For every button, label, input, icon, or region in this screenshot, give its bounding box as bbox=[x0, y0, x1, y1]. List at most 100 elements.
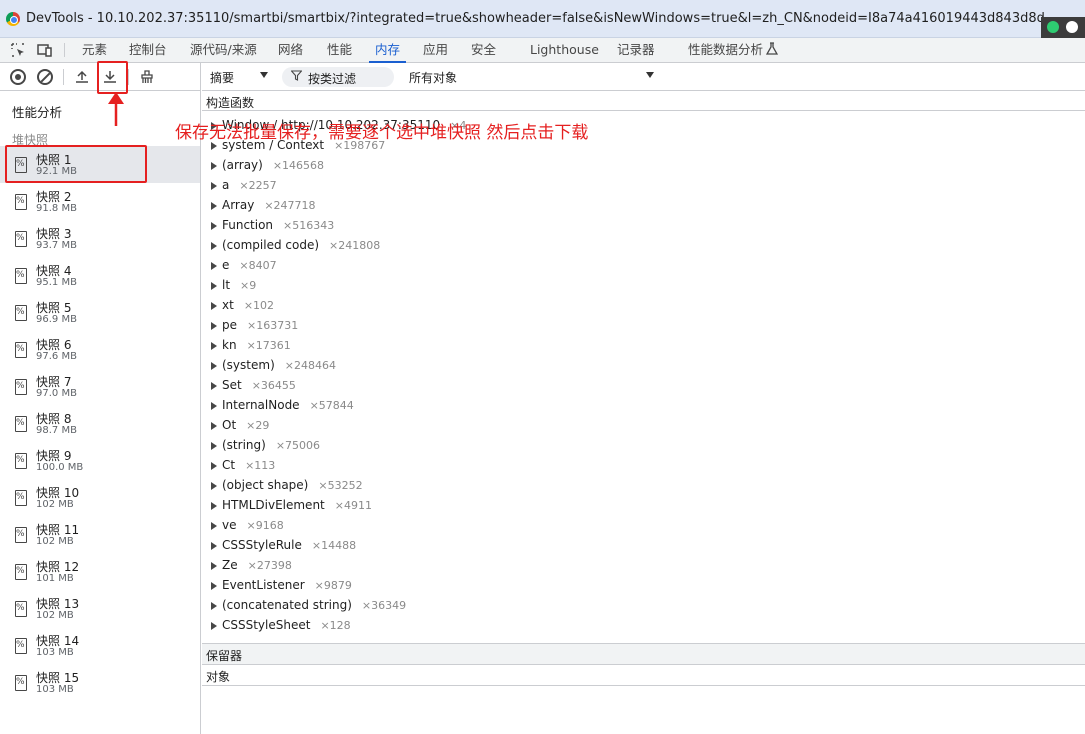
garbage-collect-icon[interactable] bbox=[139, 69, 155, 85]
expand-arrow-icon[interactable] bbox=[211, 362, 217, 370]
expand-arrow-icon[interactable] bbox=[211, 202, 217, 210]
expand-arrow-icon[interactable] bbox=[211, 522, 217, 530]
snapshot-item[interactable]: 快照 11102 MB bbox=[0, 516, 200, 553]
tab-lighthouse[interactable]: Lighthouse bbox=[530, 38, 599, 62]
table-row[interactable]: xt ×102 bbox=[202, 296, 1085, 316]
table-row[interactable]: pe ×163731 bbox=[202, 316, 1085, 336]
annotation-text: 保存无法批量保存，需要逐个选中堆快照 然后点击下载 bbox=[175, 123, 589, 143]
table-row[interactable]: Set ×36455 bbox=[202, 376, 1085, 396]
view-mode-select[interactable]: 摘要 bbox=[210, 69, 234, 86]
table-row[interactable]: (object shape) ×53252 bbox=[202, 476, 1085, 496]
table-row[interactable]: (system) ×248464 bbox=[202, 356, 1085, 376]
instance-count: ×9879 bbox=[314, 579, 352, 592]
row-content: (string) ×75006 bbox=[222, 438, 320, 452]
tab-network[interactable]: 网络 bbox=[278, 38, 303, 62]
table-row[interactable]: Ze ×27398 bbox=[202, 556, 1085, 576]
table-row[interactable]: CSSStyleRule ×14488 bbox=[202, 536, 1085, 556]
tab-security[interactable]: 安全 bbox=[471, 38, 496, 62]
clear-icon[interactable] bbox=[37, 69, 53, 85]
table-row[interactable]: Function ×516343 bbox=[202, 216, 1085, 236]
tab-application[interactable]: 应用 bbox=[423, 38, 448, 62]
device-toggle-icon[interactable] bbox=[37, 42, 53, 58]
upload-icon[interactable] bbox=[74, 69, 90, 85]
tab-performance[interactable]: 性能 bbox=[327, 38, 352, 62]
expand-arrow-icon[interactable] bbox=[211, 242, 217, 250]
window-controls[interactable] bbox=[1041, 17, 1085, 38]
snapshot-item[interactable]: 快照 13102 MB bbox=[0, 590, 200, 627]
constructor-name: (string) bbox=[222, 438, 266, 452]
inspect-element-icon[interactable] bbox=[10, 42, 26, 58]
table-row[interactable]: lt ×9 bbox=[202, 276, 1085, 296]
tab-memory[interactable]: 内存 bbox=[368, 38, 407, 63]
snapshot-item[interactable]: 快照 697.6 MB bbox=[0, 331, 200, 368]
table-row[interactable]: (string) ×75006 bbox=[202, 436, 1085, 456]
snapshot-item[interactable]: 快照 495.1 MB bbox=[0, 257, 200, 294]
snapshot-item[interactable]: 快照 393.7 MB bbox=[0, 220, 200, 257]
table-row[interactable]: HTMLDivElement ×4911 bbox=[202, 496, 1085, 516]
expand-arrow-icon[interactable] bbox=[211, 342, 217, 350]
expand-arrow-icon[interactable] bbox=[211, 282, 217, 290]
expand-arrow-icon[interactable] bbox=[211, 542, 217, 550]
table-row[interactable]: InternalNode ×57844 bbox=[202, 396, 1085, 416]
expand-arrow-icon[interactable] bbox=[211, 262, 217, 270]
table-row[interactable]: (concatenated string) ×36349 bbox=[202, 596, 1085, 616]
expand-arrow-icon[interactable] bbox=[211, 222, 217, 230]
table-row[interactable]: CSSStyleSheet ×128 bbox=[202, 616, 1085, 636]
chevron-down-icon[interactable] bbox=[646, 72, 654, 78]
constructor-column-header[interactable]: 构造函数 bbox=[202, 91, 1085, 111]
expand-arrow-icon[interactable] bbox=[211, 322, 217, 330]
class-filter-input[interactable]: 按类过滤 bbox=[282, 67, 394, 87]
row-content: InternalNode ×57844 bbox=[222, 398, 354, 412]
expand-arrow-icon[interactable] bbox=[211, 302, 217, 310]
expand-arrow-icon[interactable] bbox=[211, 582, 217, 590]
expand-arrow-icon[interactable] bbox=[211, 142, 217, 150]
expand-arrow-icon[interactable] bbox=[211, 382, 217, 390]
expand-arrow-icon[interactable] bbox=[211, 162, 217, 170]
tab-console[interactable]: 控制台 bbox=[129, 38, 167, 62]
record-icon[interactable] bbox=[10, 69, 26, 85]
snapshot-item[interactable]: 快照 291.8 MB bbox=[0, 183, 200, 220]
snapshot-item[interactable]: 快照 10102 MB bbox=[0, 479, 200, 516]
table-row[interactable]: (array) ×146568 bbox=[202, 156, 1085, 176]
chevron-down-icon[interactable] bbox=[260, 72, 268, 78]
snapshot-item[interactable]: 快照 797.0 MB bbox=[0, 368, 200, 405]
object-filter-select[interactable]: 所有对象 bbox=[409, 69, 457, 86]
snapshot-item[interactable]: 快照 15103 MB bbox=[0, 664, 200, 701]
expand-arrow-icon[interactable] bbox=[211, 402, 217, 410]
table-row[interactable]: ve ×9168 bbox=[202, 516, 1085, 536]
heap-snapshot-icon bbox=[15, 638, 27, 654]
expand-arrow-icon[interactable] bbox=[211, 462, 217, 470]
retainers-header[interactable]: 保留器 bbox=[202, 644, 1085, 665]
table-row[interactable]: (compiled code) ×241808 bbox=[202, 236, 1085, 256]
toolbar-separator bbox=[128, 69, 129, 85]
expand-arrow-icon[interactable] bbox=[211, 422, 217, 430]
constructor-name: ve bbox=[222, 518, 237, 532]
expand-arrow-icon[interactable] bbox=[211, 482, 217, 490]
expand-arrow-icon[interactable] bbox=[211, 442, 217, 450]
tab-elements[interactable]: 元素 bbox=[82, 38, 107, 62]
table-row[interactable]: kn ×17361 bbox=[202, 336, 1085, 356]
expand-arrow-icon[interactable] bbox=[211, 502, 217, 510]
snapshot-item[interactable]: 快照 9100.0 MB bbox=[0, 442, 200, 479]
table-row[interactable]: Ct ×113 bbox=[202, 456, 1085, 476]
snapshot-item[interactable]: 快照 12101 MB bbox=[0, 553, 200, 590]
snapshot-item[interactable]: 快照 596.9 MB bbox=[0, 294, 200, 331]
table-row[interactable]: Array ×247718 bbox=[202, 196, 1085, 216]
tab-sources[interactable]: 源代码/来源 bbox=[190, 38, 257, 62]
constructor-name: CSSStyleSheet bbox=[222, 618, 311, 632]
table-row[interactable]: Ot ×29 bbox=[202, 416, 1085, 436]
snapshot-item[interactable]: 快照 898.7 MB bbox=[0, 405, 200, 442]
constructor-name: lt bbox=[222, 278, 231, 292]
snapshot-item[interactable]: 快照 14103 MB bbox=[0, 627, 200, 664]
expand-arrow-icon[interactable] bbox=[211, 622, 217, 630]
table-row[interactable]: EventListener ×9879 bbox=[202, 576, 1085, 596]
table-row[interactable]: e ×8407 bbox=[202, 256, 1085, 276]
expand-arrow-icon[interactable] bbox=[211, 562, 217, 570]
object-column-header[interactable]: 对象 bbox=[202, 665, 1085, 686]
expand-arrow-icon[interactable] bbox=[211, 602, 217, 610]
tab-recorder[interactable]: 记录器 bbox=[617, 38, 655, 62]
table-row[interactable]: a ×2257 bbox=[202, 176, 1085, 196]
tab-performance-insights[interactable]: 性能数据分析 bbox=[688, 38, 763, 62]
constructor-name: xt bbox=[222, 298, 234, 312]
expand-arrow-icon[interactable] bbox=[211, 182, 217, 190]
